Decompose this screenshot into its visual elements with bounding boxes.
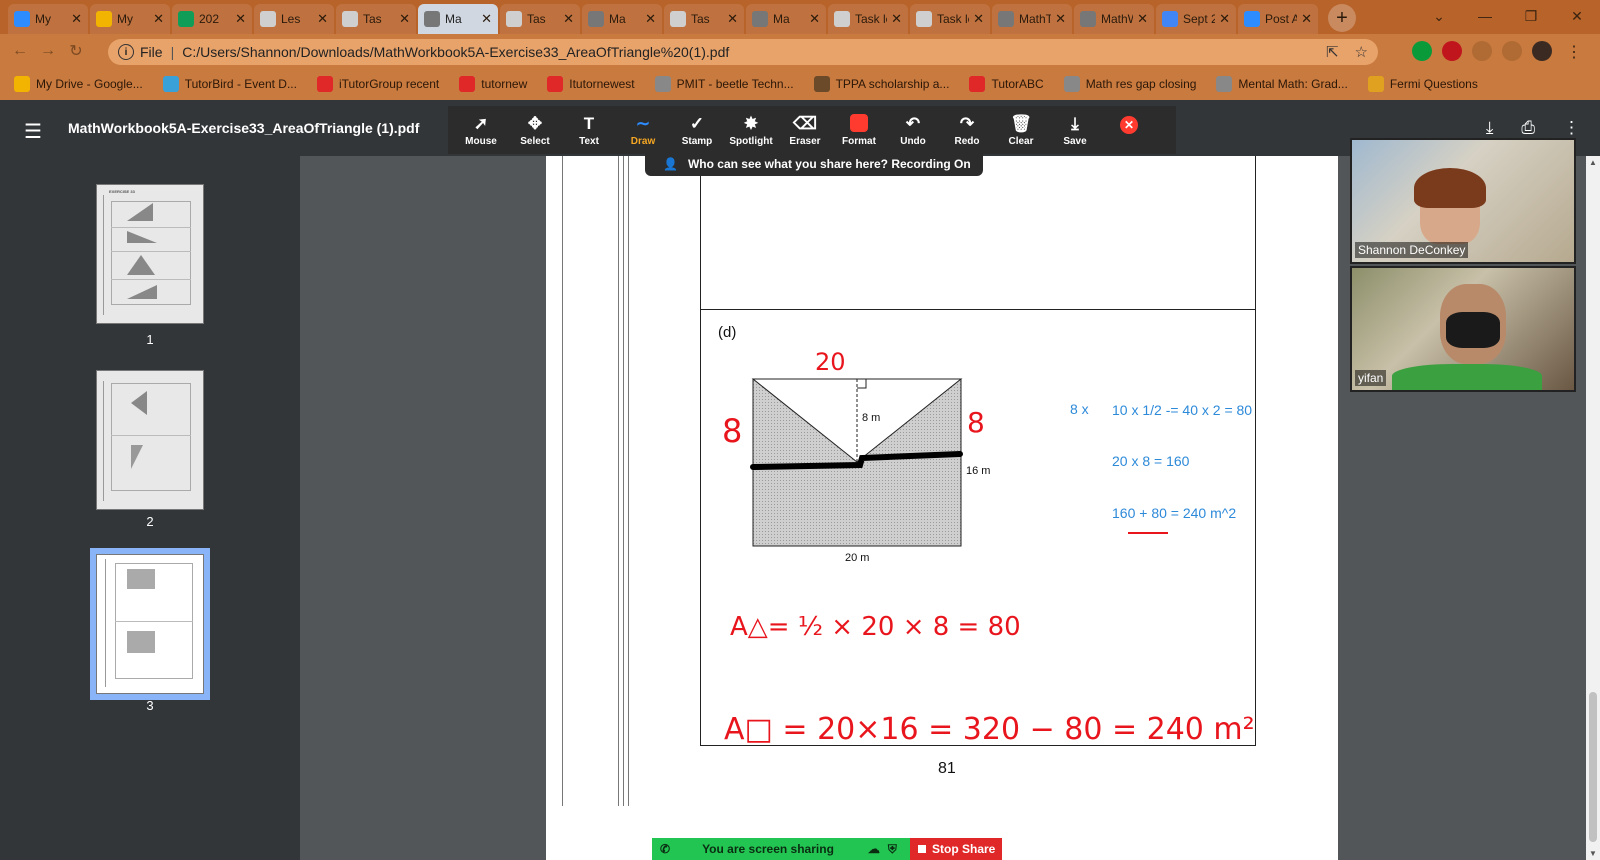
participant-mask — [1446, 312, 1500, 348]
participant-shirt — [1392, 364, 1542, 390]
person-icon: 👤 — [663, 157, 678, 171]
blue-annotation-4: 160 + 80 = 240 m^2 — [1112, 505, 1237, 521]
blue-annotation-2: 10 x 1/2 -= 40 x 2 = 80 — [1112, 402, 1253, 418]
screen-share-status[interactable]: ✆ You are screen sharing ☁ ⛨ — [652, 838, 910, 860]
red-annotation-top: 20 — [815, 348, 846, 376]
stop-share-label: Stop Share — [932, 842, 996, 856]
recording-notice-text: Who can see what you share here? Recordi… — [687, 157, 971, 171]
blue-annotation-1: 8 x — [1070, 401, 1089, 417]
cloud-icon: ☁ — [867, 842, 880, 856]
participant-hair — [1414, 168, 1486, 208]
scroll-up-icon[interactable]: ▲ — [1589, 158, 1597, 167]
stop-icon — [918, 845, 926, 853]
side-label: 16 m — [966, 465, 991, 477]
red-annotation-left: 8 — [722, 412, 743, 450]
red-annotation-line2: A□ = 20×16 = 320 − 80 = 240 m² — [724, 712, 1255, 747]
recording-notice[interactable]: 👤 Who can see what you share here? Recor… — [645, 152, 983, 176]
video-tile-2[interactable]: yifan — [1350, 266, 1576, 392]
participant-name-2: yifan — [1355, 370, 1387, 386]
shield-icon: ⛨ — [887, 841, 897, 856]
page-number: 81 — [938, 760, 956, 777]
screen-share-bar: ✆ You are screen sharing ☁ ⛨ Stop Share — [652, 838, 1002, 860]
red-annotation-line1: A△= ½ × 20 × 8 = 80 — [730, 612, 1021, 642]
screen-share-text: You are screen sharing — [702, 842, 834, 856]
participant-name-1: Shannon DeConkey — [1355, 242, 1469, 258]
base-label: 20 m — [845, 552, 870, 564]
blue-annotation-3: 20 x 8 = 160 — [1112, 453, 1190, 469]
stop-share-button[interactable]: Stop Share — [910, 838, 1002, 860]
red-annotation-right: 8 — [967, 406, 985, 439]
scrollbar[interactable]: ▲ ▼ — [1586, 156, 1600, 860]
height-label: 8 m — [862, 412, 881, 424]
video-tile-1[interactable]: Shannon DeConkey — [1350, 138, 1576, 264]
phone-icon: ✆ — [660, 842, 671, 856]
scroll-down-icon[interactable]: ▼ — [1589, 849, 1597, 858]
scrollbar-thumb[interactable] — [1589, 692, 1597, 842]
